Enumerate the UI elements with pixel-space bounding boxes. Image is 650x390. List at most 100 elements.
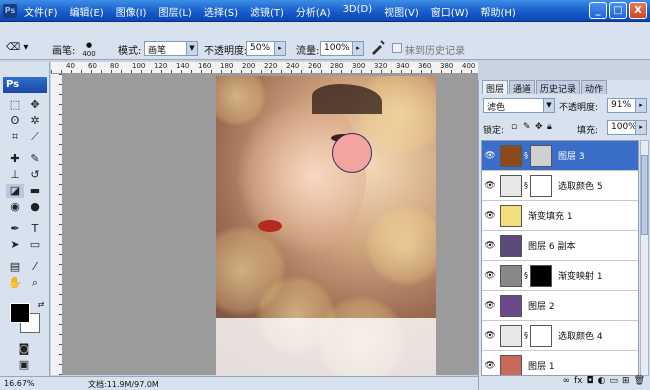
layer-opacity-input[interactable]: 91% ▸ [607,98,647,113]
type-tool-icon[interactable]: T [26,222,44,236]
trash-icon[interactable]: 🗑︎ [634,376,645,390]
layer-thumbnail[interactable] [500,294,522,317]
tab-actions[interactable]: 动作 [581,80,608,95]
layer-mask-thumbnail[interactable] [530,174,552,197]
scrollbar-thumb[interactable] [641,155,648,235]
screen-mode-icon[interactable]: ▣ [15,358,33,372]
path-select-icon[interactable]: ➤ [6,238,24,252]
dodge-tool-icon[interactable]: ● [26,200,44,214]
lock-transparent-icon[interactable]: ▫ [511,122,517,132]
layer-row[interactable]: 👁︎ 图层 1 [482,351,638,375]
shape-tool-icon[interactable]: ▭ [26,238,44,252]
lock-position-icon[interactable]: ✥ [535,122,543,132]
lock-all-icon[interactable]: 🔒︎ [547,122,552,132]
layer-mask-thumbnail[interactable] [530,264,552,287]
layer-thumbnail[interactable] [500,264,522,287]
layer-style-icon[interactable]: fx [574,376,583,390]
tab-history[interactable]: 历史记录 [536,80,581,95]
eye-icon[interactable]: 👁︎ [482,301,498,311]
maximize-button[interactable]: □ [609,2,627,19]
tab-channels[interactable]: 通道 [509,80,536,95]
menu-file[interactable]: 文件(F) [18,3,64,19]
eye-icon[interactable]: 👁︎ [482,151,498,161]
eraser-tool-icon[interactable]: ⌫ ▾ [6,42,28,53]
foreground-color-swatch[interactable] [10,303,30,323]
marquee-tool-icon[interactable]: ⬚ [6,98,24,112]
close-button[interactable]: X [629,2,647,19]
slice-tool-icon[interactable]: ⟋ [26,130,44,144]
zoom-level[interactable]: 16.67% [4,379,35,388]
tab-layers[interactable]: 图层 [482,80,509,95]
gradient-tool-icon[interactable]: ▬ [26,184,44,198]
mask-link-icon[interactable]: § [522,151,530,160]
layers-scrollbar[interactable] [640,140,649,376]
eye-icon[interactable]: 👁︎ [482,271,498,281]
lasso-tool-icon[interactable]: ʘ [6,114,24,128]
eye-icon[interactable]: 👁︎ [482,181,498,191]
layer-thumbnail[interactable] [500,234,522,257]
blur-tool-icon[interactable]: ◉ [6,200,24,214]
quick-mask-icon[interactable]: ◙ [15,342,33,356]
layer-row[interactable]: 👁︎ § 选取颜色 4 [482,321,638,351]
new-group-icon[interactable]: ▭ [610,376,619,390]
move-tool-icon[interactable]: ✥ [26,98,44,112]
pen-tool-icon[interactable]: ✒ [6,222,24,236]
menu-3d[interactable]: 3D(D) [337,3,379,19]
erase-to-history-checkbox[interactable] [392,43,402,53]
layer-thumbnail[interactable] [500,354,522,375]
mask-link-icon[interactable]: § [522,181,530,190]
eye-icon[interactable]: 👁︎ [482,211,498,221]
opacity-input[interactable]: 50% ▸ [246,41,286,56]
layer-thumbnail[interactable] [500,324,522,347]
layer-row[interactable]: 👁︎ § 选取颜色 5 [482,171,638,201]
link-layers-icon[interactable]: ∞ [563,376,571,390]
layer-row[interactable]: 👁︎ 图层 2 [482,291,638,321]
menu-window[interactable]: 窗口(W) [425,3,475,19]
flow-input[interactable]: 100% ▸ [320,41,364,56]
mode-select[interactable]: 画笔 ▼ [144,41,198,56]
magic-wand-tool-icon[interactable]: ✲ [26,114,44,128]
layer-mask-thumbnail[interactable] [530,324,552,347]
fill-input[interactable]: 100% ▸ [607,120,647,135]
layer-mask-thumbnail[interactable] [530,144,552,167]
brush-preset-picker[interactable]: ● 400 [78,41,100,59]
menu-image[interactable]: 图像(I) [110,3,153,19]
menu-help[interactable]: 帮助(H) [475,3,522,19]
menu-view[interactable]: 视图(V) [378,3,425,19]
blend-mode-select[interactable]: 滤色 ▼ [483,98,555,113]
layer-thumbnail[interactable] [500,174,522,197]
menu-select[interactable]: 选择(S) [198,3,244,19]
airbrush-icon[interactable] [370,39,386,55]
eraser-tool-icon[interactable]: ◪ [6,184,24,198]
eyedropper-tool-icon[interactable]: ⁄ [26,260,44,274]
history-brush-icon[interactable]: ↺ [26,168,44,182]
hand-tool-icon[interactable]: ✋ [6,276,24,290]
healing-brush-icon[interactable]: ✚ [6,152,24,166]
layer-thumbnail[interactable] [500,144,522,167]
menu-filter[interactable]: 滤镜(T) [244,3,290,19]
menu-analysis[interactable]: 分析(A) [290,3,337,19]
notes-tool-icon[interactable]: ▤ [6,260,24,274]
crop-tool-icon[interactable]: ⌗ [6,130,24,144]
new-layer-icon[interactable]: ⊞ [622,376,630,390]
mask-link-icon[interactable]: § [522,331,530,340]
app-icon[interactable]: Ps [3,4,17,18]
menu-edit[interactable]: 编辑(E) [64,3,110,19]
eye-icon[interactable]: 👁︎ [482,331,498,341]
layer-row[interactable]: 👁︎ § 渐变映射 1 [482,261,638,291]
eye-icon[interactable]: 👁︎ [482,361,498,371]
swap-colors-icon[interactable]: ⇄ [32,298,50,312]
zoom-tool-icon[interactable]: ⌕ [26,276,44,290]
layer-row[interactable]: 👁︎ 图层 6 副本 [482,231,638,261]
add-mask-icon[interactable]: ◘ [587,376,594,390]
menu-layer[interactable]: 图层(L) [152,3,197,19]
layer-thumbnail[interactable] [500,204,522,227]
lock-image-icon[interactable]: ✎ [523,122,531,132]
layer-row[interactable]: 👁︎ 渐变填充 1 [482,201,638,231]
adjustment-layer-icon[interactable]: ◐ [598,376,606,390]
eye-icon[interactable]: 👁︎ [482,241,498,251]
minimize-button[interactable]: _ [589,2,607,19]
layer-row[interactable]: 👁︎ § 图层 3 [482,141,638,171]
mask-link-icon[interactable]: § [522,271,530,280]
brush-tool-icon[interactable]: ✎ [26,152,44,166]
